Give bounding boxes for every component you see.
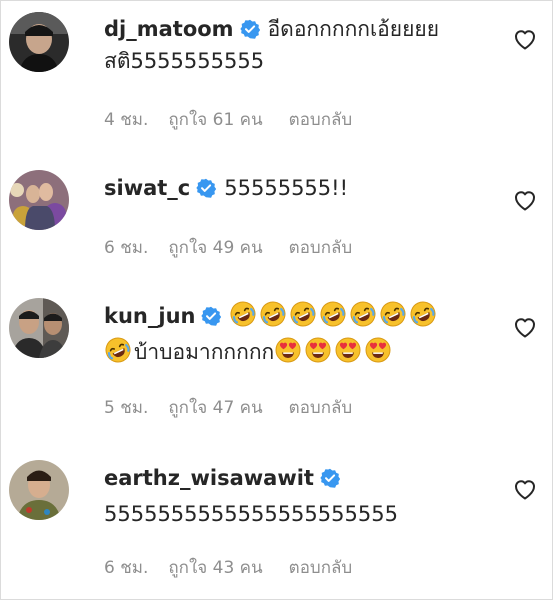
comment-likes[interactable]: ถูกใจ 49 คน — [168, 238, 262, 258]
heart-eyes-emoji-icon — [304, 336, 332, 364]
verified-badge-icon — [320, 468, 340, 488]
rofl-emoji-icon — [104, 336, 132, 364]
like-heart-icon[interactable] — [512, 26, 538, 52]
rofl-emoji-icon — [229, 300, 257, 328]
heart-eyes-emoji-icon — [334, 336, 362, 364]
comment-time[interactable]: 5 ชม. — [104, 398, 148, 418]
rofl-emoji-icon — [289, 300, 317, 328]
comment-likes[interactable]: ถูกใจ 61 คน — [168, 110, 262, 130]
rofl-emoji-icon — [349, 300, 377, 328]
comment-body: siwat_c 55555555!! — [104, 172, 494, 204]
profile-avatar-dark[interactable] — [9, 12, 69, 72]
comment-username[interactable]: earthz_wisawawit — [104, 466, 314, 490]
verified-badge-icon — [196, 178, 216, 198]
comment-text-line2: สติ5555555555 — [104, 49, 265, 73]
comment-username[interactable]: dj_matoom — [104, 17, 234, 41]
heart-eyes-emoji-icon — [274, 336, 302, 364]
comment-body: earthz_wisawawit 5555555555555555555555 — [104, 462, 494, 530]
comment-meta: 6 ชม. ถูกใจ 49 คน ตอบกลับ — [104, 234, 372, 261]
reply-button[interactable]: ตอบกลับ — [289, 238, 353, 258]
comment-meta: 5 ชม. ถูกใจ 47 คน ตอบกลับ — [104, 394, 372, 421]
rofl-emoji-icon — [379, 300, 407, 328]
comment-likes[interactable]: ถูกใจ 47 คน — [168, 398, 262, 418]
rofl-emoji-icon — [319, 300, 347, 328]
rofl-emoji-icon — [409, 300, 437, 328]
heart-eyes-emoji-icon — [364, 336, 392, 364]
profile-avatar-group[interactable] — [9, 298, 69, 358]
comment-likes[interactable]: ถูกใจ 43 คน — [168, 558, 262, 578]
comment-body: kun_jun บ้าบอมากกกกก — [104, 300, 494, 368]
comment-text: 55555555!! — [224, 176, 348, 200]
reply-button[interactable]: ตอบกลับ — [289, 398, 353, 418]
comment-time[interactable]: 4 ชม. — [104, 110, 148, 130]
comment-meta: 4 ชม. ถูกใจ 61 คน ตอบกลับ — [104, 106, 372, 133]
reply-button[interactable]: ตอบกลับ — [289, 558, 353, 578]
comment-time[interactable]: 6 ชม. — [104, 238, 148, 258]
comment-meta: 6 ชม. ถูกใจ 43 คน ตอบกลับ — [104, 554, 372, 581]
profile-avatar-couple[interactable] — [9, 170, 69, 230]
comment-username[interactable]: kun_jun — [104, 304, 195, 328]
profile-avatar-man[interactable] — [9, 460, 69, 520]
like-heart-icon[interactable] — [512, 476, 538, 502]
comment-text: อีดอกกกกกเอ้ยยยย — [267, 17, 440, 41]
comment-body: dj_matoom อีดอกกกกกเอ้ยยยย สติ5555555555 — [104, 13, 494, 77]
like-heart-icon[interactable] — [512, 187, 538, 213]
verified-badge-icon — [201, 306, 221, 326]
comment-time[interactable]: 6 ชม. — [104, 558, 148, 578]
verified-badge-icon — [240, 19, 260, 39]
like-heart-icon[interactable] — [512, 314, 538, 340]
comment-text: 5555555555555555555555 — [104, 502, 398, 526]
comment-text: บ้าบอมากกกกก — [134, 340, 275, 364]
reply-button[interactable]: ตอบกลับ — [289, 110, 353, 130]
rofl-emoji-icon — [259, 300, 287, 328]
comment-username[interactable]: siwat_c — [104, 176, 190, 200]
